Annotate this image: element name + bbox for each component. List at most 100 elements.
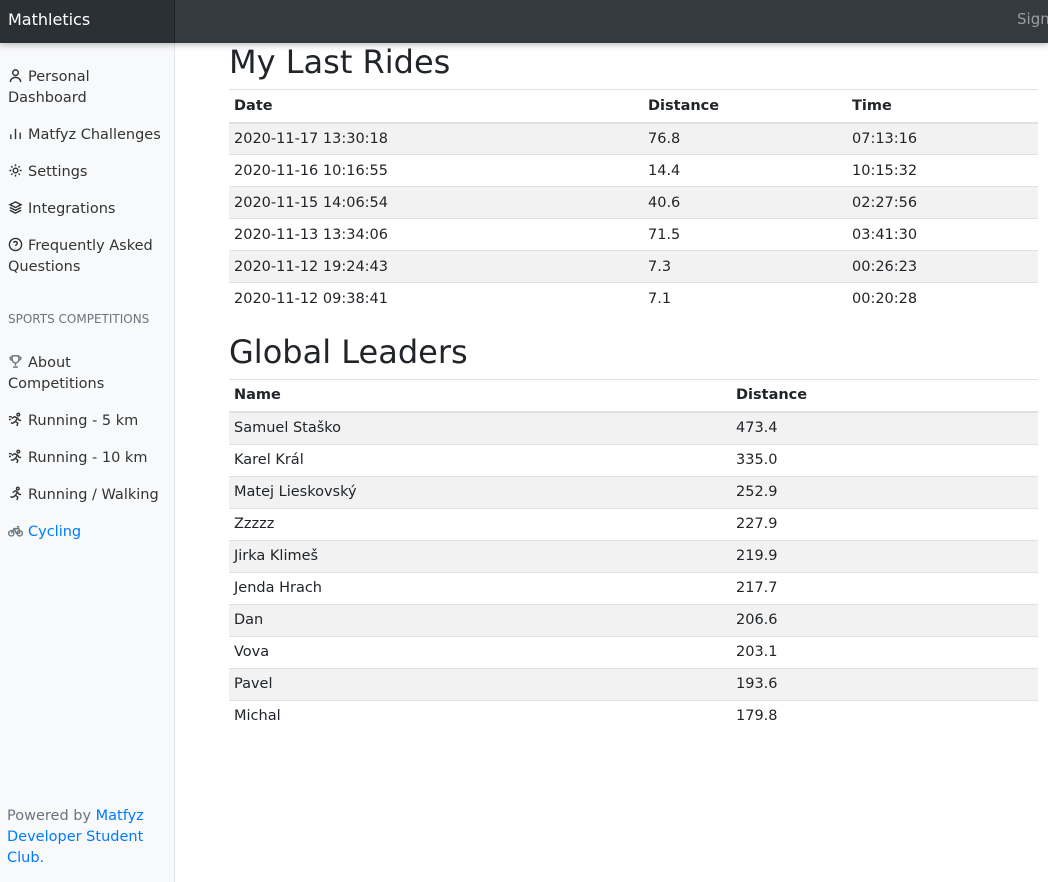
leader-distance: 219.9 (731, 539, 1038, 572)
leader-name: Karel Král (229, 443, 731, 476)
leader-distance: 193.6 (731, 667, 1038, 700)
leader-name: Matej Lieskovský (229, 475, 731, 508)
sidebar-item-label: Settings (28, 164, 88, 180)
ride-date: 2020-11-17 13:30:18 (229, 122, 643, 155)
leader-name: Dan (229, 603, 731, 636)
footer-prefix: Powered by (7, 808, 96, 824)
ride-distance: 40.6 (643, 186, 847, 219)
sidebar-item-about-competitions[interactable]: About Competitions (8, 353, 168, 395)
sidebar-footer: Powered by Matfyz Developer Student Club… (7, 806, 167, 869)
ride-date: 2020-11-15 14:06:54 (229, 186, 643, 219)
table-row: 2020-11-17 13:30:18 76.8 07:13:16 (229, 122, 1038, 155)
table-row: 2020-11-15 14:06:54 40.6 02:27:56 (229, 186, 1038, 219)
table-row: Vova 203.1 (229, 635, 1038, 668)
ride-time: 07:13:16 (847, 122, 1038, 155)
sports-competitions-heading: Sports Competitions (8, 312, 150, 326)
column-header-date[interactable]: Date (229, 89, 643, 124)
running-fast-icon (8, 412, 22, 427)
ride-date: 2020-11-12 19:24:43 (229, 250, 643, 283)
layers-icon (8, 201, 23, 214)
ride-distance: 7.1 (643, 282, 847, 315)
top-navbar: Mathletics Sign out (0, 0, 1048, 43)
table-header-row: Date Distance Time (229, 89, 1038, 124)
sidebar-item-faq[interactable]: Frequently Asked Questions (8, 236, 168, 278)
table-row: Samuel Staško 473.4 (229, 411, 1038, 444)
leader-distance: 252.9 (731, 475, 1038, 508)
leader-distance: 227.9 (731, 507, 1038, 540)
table-row: Zzzzz 227.9 (229, 507, 1038, 540)
ride-date: 2020-11-16 10:16:55 (229, 154, 643, 187)
sidebar-item-running-walking[interactable]: Running / Walking (8, 485, 168, 506)
leader-distance: 217.7 (731, 571, 1038, 604)
leader-name: Jenda Hrach (229, 571, 731, 604)
sidebar: Personal Dashboard Matfyz Challenges Set… (0, 43, 175, 882)
leader-distance: 203.1 (731, 635, 1038, 668)
leader-name: Pavel (229, 667, 731, 700)
sidebar-item-label: Running - 5 km (28, 413, 139, 429)
sidebar-item-matfyz-challenges[interactable]: Matfyz Challenges (8, 125, 168, 146)
leader-name: Jirka Klimeš (229, 539, 731, 572)
ride-date: 2020-11-13 13:34:06 (229, 218, 643, 251)
column-header-time[interactable]: Time (847, 89, 1038, 124)
table-header-row: Name Distance (229, 378, 1038, 413)
sidebar-item-label: Running - 10 km (28, 450, 148, 466)
user-icon (9, 69, 22, 83)
sidebar-item-personal-dashboard[interactable]: Personal Dashboard (8, 67, 168, 109)
global-leaders-table: Name Distance Samuel Staško 473.4 Karel K… (229, 378, 1038, 732)
leader-distance: 335.0 (731, 443, 1038, 476)
gear-icon (9, 164, 22, 177)
table-row: 2020-11-12 19:24:43 7.3 00:26:23 (229, 250, 1038, 283)
table-row: Karel Král 335.0 (229, 443, 1038, 476)
bicycle-icon (7, 526, 24, 537)
sidebar-item-label: Integrations (28, 201, 116, 217)
sidebar-item-label: Frequently Asked Questions (8, 238, 153, 275)
leader-distance: 473.4 (731, 411, 1038, 444)
running-fast-icon (8, 449, 22, 464)
ride-time: 00:26:23 (847, 250, 1038, 283)
ride-distance: 76.8 (643, 122, 847, 155)
trophy-icon (9, 355, 22, 368)
ride-time: 10:15:32 (847, 154, 1038, 187)
bar-chart-icon (10, 128, 21, 140)
column-header-distance[interactable]: Distance (731, 378, 1038, 413)
table-row: Pavel 193.6 (229, 667, 1038, 700)
brand-logo[interactable]: Mathletics (0, 0, 175, 43)
table-row: 2020-11-12 09:38:41 7.1 00:20:28 (229, 282, 1038, 315)
leader-distance: 206.6 (731, 603, 1038, 636)
ride-distance: 71.5 (643, 218, 847, 251)
ride-time: 00:20:28 (847, 282, 1038, 315)
leader-name: Michal (229, 699, 731, 732)
table-row: 2020-11-16 10:16:55 14.4 10:15:32 (229, 154, 1038, 187)
ride-distance: 7.3 (643, 250, 847, 283)
sidebar-item-label: Running / Walking (28, 487, 159, 503)
my-last-rides-table: Date Distance Time 2020-11-17 13:30:18 76… (229, 89, 1038, 315)
ride-date: 2020-11-12 09:38:41 (229, 282, 643, 315)
table-row: Michal 179.8 (229, 699, 1038, 732)
sidebar-item-integrations[interactable]: Integrations (8, 199, 168, 220)
leader-name: Samuel Staško (229, 411, 731, 444)
my-last-rides-heading: My Last Rides (229, 43, 451, 81)
table-row: 2020-11-13 13:34:06 71.5 03:41:30 (229, 218, 1038, 251)
sidebar-item-running-10km[interactable]: Running - 10 km (8, 448, 168, 469)
running-icon (10, 486, 22, 501)
ride-distance: 14.4 (643, 154, 847, 187)
sign-out-link[interactable]: Sign out (1017, 0, 1048, 39)
table-row: Matej Lieskovský 252.9 (229, 475, 1038, 508)
column-header-name[interactable]: Name (229, 378, 731, 413)
ride-time: 03:41:30 (847, 218, 1038, 251)
sidebar-item-running-5km[interactable]: Running - 5 km (8, 411, 168, 432)
ride-time: 02:27:56 (847, 186, 1038, 219)
sidebar-item-cycling[interactable]: Cycling (7, 522, 168, 543)
leader-name: Zzzzz (229, 507, 731, 540)
table-row: Jirka Klimeš 219.9 (229, 539, 1038, 572)
sidebar-item-label: Cycling (28, 524, 82, 540)
help-circle-icon (8, 237, 23, 252)
global-leaders-heading: Global Leaders (229, 332, 468, 371)
leader-name: Vova (229, 635, 731, 668)
sidebar-item-label: Matfyz Challenges (28, 127, 161, 143)
column-header-distance[interactable]: Distance (643, 89, 847, 124)
main-content: My Last Rides Date Distance Time 2020-11… (229, 43, 1038, 732)
sidebar-item-settings[interactable]: Settings (8, 162, 168, 183)
table-row: Dan 206.6 (229, 603, 1038, 636)
leader-distance: 179.8 (731, 699, 1038, 732)
